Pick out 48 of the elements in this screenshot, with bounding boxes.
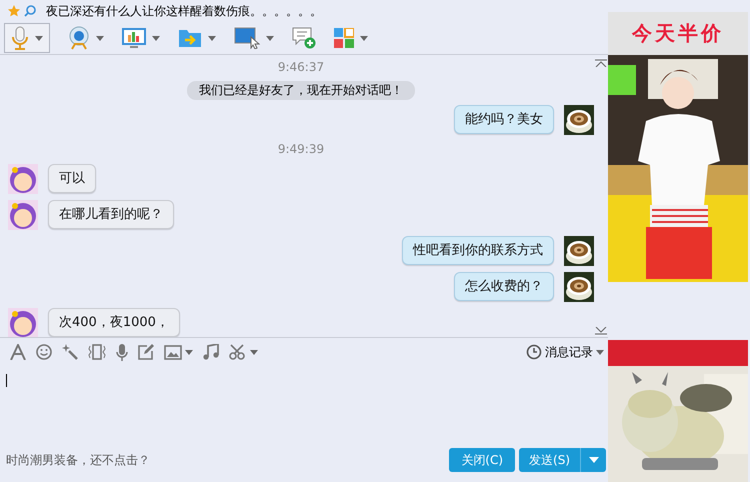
font-icon[interactable] <box>10 344 26 360</box>
message-bubble: 怎么收费的？ <box>454 272 554 301</box>
collapse-icon[interactable] <box>595 59 607 67</box>
image-icon[interactable] <box>164 344 182 360</box>
system-message: 我们已经是好友了，现在开始对话吧！ <box>187 81 415 100</box>
caret-icon[interactable] <box>152 36 160 40</box>
star-icon <box>8 5 20 17</box>
close-button[interactable]: 关闭(C) <box>449 448 516 472</box>
caret-icon[interactable] <box>250 350 258 354</box>
message-bubble: 次400，夜1000， <box>48 308 180 337</box>
caret-icon[interactable] <box>185 350 193 354</box>
message-bubble: 性吧看到你的联系方式 <box>402 236 554 265</box>
window-title: 夜已深还有什么人让你这样醒着数伤痕。。。。。。 <box>46 2 322 20</box>
monitor-cursor-icon[interactable] <box>234 27 260 49</box>
vibrate-icon[interactable] <box>88 344 106 360</box>
timestamp: 9:49:39 <box>278 142 324 156</box>
expand-icon[interactable] <box>595 327 607 335</box>
send-options-button[interactable] <box>580 448 606 472</box>
chat-add-icon[interactable] <box>292 27 316 49</box>
timestamp: 9:46:37 <box>278 60 324 74</box>
screen-chart-icon[interactable] <box>122 28 146 48</box>
promo-link[interactable]: 时尚潮男装备，还不点击？ <box>6 452 150 468</box>
caret-icon[interactable] <box>96 36 104 40</box>
search-icon[interactable] <box>24 5 36 17</box>
webcam-icon[interactable] <box>68 26 90 50</box>
caret-icon[interactable] <box>360 36 368 40</box>
ad-headline[interactable]: 今天半价 <box>608 12 748 55</box>
folder-arrow-icon[interactable] <box>178 28 202 48</box>
caret-icon[interactable] <box>35 36 43 40</box>
magic-wand-icon[interactable] <box>62 344 78 360</box>
edit-icon[interactable] <box>138 344 154 360</box>
music-note-icon[interactable] <box>203 344 219 360</box>
caret-icon[interactable] <box>596 350 604 354</box>
message-bubble: 可以 <box>48 164 96 193</box>
message-bubble: 在哪儿看到的呢？ <box>48 200 174 229</box>
message-history-button[interactable]: 消息记录 <box>526 344 604 360</box>
microphone-icon[interactable] <box>116 344 128 360</box>
caret-icon <box>588 457 598 463</box>
caret-icon[interactable] <box>208 36 216 40</box>
caret-icon[interactable] <box>266 36 274 40</box>
smiley-icon[interactable] <box>36 344 52 360</box>
microphone-icon[interactable] <box>11 26 29 50</box>
app-grid-icon[interactable] <box>334 28 354 48</box>
clock-icon <box>526 344 542 360</box>
scissors-icon[interactable] <box>229 344 247 360</box>
message-bubble: 能约吗？美女 <box>454 105 554 134</box>
send-button[interactable]: 发送(S) <box>519 448 580 472</box>
text-cursor <box>6 374 7 387</box>
